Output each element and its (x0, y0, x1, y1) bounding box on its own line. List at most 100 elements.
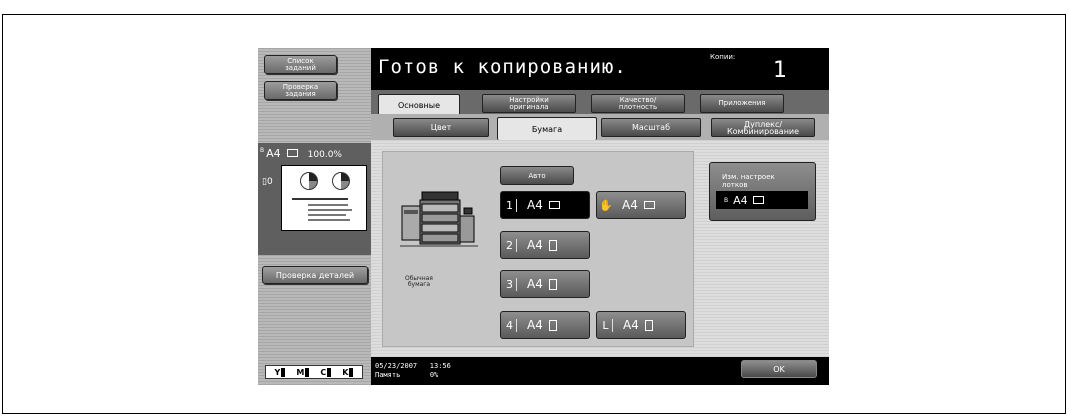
tray-number: 2 (503, 238, 517, 252)
tray-number: 3 (503, 277, 517, 291)
size-marker: B (260, 147, 265, 154)
toner-k: K (342, 367, 354, 377)
tab-applications[interactable]: Приложения (700, 94, 784, 113)
check-details-button[interactable]: Проверка деталей (262, 266, 368, 284)
preview-zoom: 100.0% (307, 150, 342, 160)
tray-number: 4 (503, 318, 517, 332)
pie-graphic-icon (300, 172, 318, 190)
toner-level-icon (327, 367, 332, 377)
tab-quality-density[interactable]: Качество/ плотность (591, 94, 685, 113)
tray-4-button[interactable]: 4 A4 (500, 311, 590, 339)
tab-quality-density-label: Качество/ плотность (618, 95, 658, 111)
text-line (308, 214, 346, 216)
tray-2-button[interactable]: 2 A4 (500, 231, 590, 259)
preview-page-thumbnail (281, 165, 367, 231)
tray-size: A4 (623, 318, 639, 332)
toner-level-icon (305, 367, 310, 377)
copier-machine-icon (400, 191, 478, 247)
subtab-duplex-combine[interactable]: Дуплекс/ Комбинирование (711, 118, 815, 137)
job-check-label: Проверка задания (282, 82, 319, 98)
pie-graphic-icon (332, 172, 350, 190)
subtab-paper-label: Бумага (531, 124, 563, 134)
copies-label: Копии: (710, 53, 736, 61)
datetime: 05/23/2007 13:56 (375, 362, 451, 370)
toner-level-icon (281, 367, 286, 377)
text-line (308, 209, 352, 211)
ok-label: OK (773, 364, 785, 374)
main-tabs: Основные Настройки оригинала Качество/ п… (371, 90, 829, 115)
tray-size: A4 (527, 318, 543, 332)
subtab-paper[interactable]: Бумага (497, 117, 597, 140)
landscape-sheet-icon (643, 201, 655, 209)
sub-tabs: Цвет Бумага Масштаб Дуплекс/ Комбинирова… (371, 114, 829, 140)
portrait-sheet-icon (548, 319, 557, 331)
toner-c: C (320, 367, 332, 377)
text-line (292, 198, 348, 200)
tray-settings-value: B A4 (716, 191, 808, 209)
change-tray-settings-button[interactable]: Изм. настроек лотков B A4 (709, 162, 816, 221)
status-title: Готов к копированию. (378, 56, 627, 78)
memory-label: Память (375, 371, 401, 379)
hand-icon: ✋ (599, 198, 613, 212)
size-marker: B (724, 196, 729, 204)
job-check-button[interactable]: Проверка задания (264, 81, 337, 100)
copies-value: 1 (773, 58, 787, 83)
portrait-sheet-icon (548, 239, 557, 251)
paper-type-label: Обычная бумага (405, 275, 433, 288)
landscape-sheet-icon (287, 149, 299, 157)
datetime-memory: 05/23/2007 13:56 Память 0% (375, 362, 451, 380)
preview-panel: B A4 100.0% ▯0 (258, 143, 371, 255)
portrait-sheet-icon (548, 278, 557, 290)
tab-basic-label: Основные (397, 100, 440, 110)
tray-number: 1 (503, 198, 517, 212)
ok-button[interactable]: OK (741, 360, 817, 378)
tray-3-button[interactable]: 3 A4 (500, 270, 590, 298)
text-line (308, 204, 348, 206)
toner-level-icon (349, 367, 354, 377)
subtab-color-label: Цвет (430, 123, 452, 132)
subtab-zoom[interactable]: Масштаб (601, 118, 701, 137)
subtab-color[interactable]: Цвет (393, 118, 489, 137)
left-panel: Список заданий Проверка задания B A4 100.… (258, 48, 371, 385)
toner-indicator: Y M C K (265, 365, 363, 379)
lct-tray-button[interactable]: L A4 (596, 311, 686, 339)
tab-original-settings[interactable]: Настройки оригинала (482, 94, 576, 113)
tray-settings-label: Изм. настроек лотков (722, 173, 775, 189)
toner-c-label: C (320, 367, 327, 377)
tray-1-button[interactable]: 1 A4 (500, 191, 590, 219)
bypass-tray-button[interactable]: ✋ A4 (596, 191, 686, 219)
job-list-label: Список заданий (285, 56, 316, 72)
tray-size: A4 (527, 238, 543, 252)
tray-size: A4 (527, 277, 543, 291)
tab-original-settings-label: Настройки оригинала (509, 95, 549, 111)
subtab-duplex-combine-label: Дуплекс/ Комбинирование (726, 119, 800, 136)
subtab-zoom-label: Масштаб (631, 123, 671, 132)
tray-settings-size: A4 (733, 193, 748, 207)
landscape-sheet-icon (548, 201, 560, 209)
job-list-button[interactable]: Список заданий (264, 55, 337, 74)
landscape-sheet-icon (752, 196, 764, 204)
status-footer: 05/23/2007 13:56 Память 0% OK (371, 357, 829, 385)
memory-value: 0% (429, 371, 439, 379)
status-header: Готов к копированию. Копии: 1 (371, 48, 829, 90)
toner-y: Y (274, 367, 286, 377)
auto-paper-button[interactable]: Авто (500, 166, 574, 185)
tray-size: A4 (622, 198, 638, 212)
portrait-sheet-icon (644, 319, 653, 331)
tab-applications-label: Приложения (718, 99, 766, 107)
sheet-count-icon: ▯0 (262, 177, 273, 187)
sheet-count: 0 (266, 177, 273, 187)
tray-size: A4 (527, 198, 543, 212)
text-line (308, 219, 350, 221)
tray-number: L (599, 318, 613, 332)
copier-screen: Список заданий Проверка задания B A4 100.… (258, 48, 829, 385)
toner-y-label: Y (274, 367, 281, 377)
preview-size: B A4 100.0% (260, 147, 342, 160)
toner-k-label: K (342, 367, 349, 377)
preview-size-text: A4 (266, 147, 281, 160)
toner-m: M (296, 367, 310, 377)
auto-label: Авто (528, 171, 546, 180)
check-details-label: Проверка деталей (275, 270, 355, 280)
toner-m-label: M (296, 367, 305, 377)
tab-basic[interactable]: Основные (378, 94, 460, 115)
